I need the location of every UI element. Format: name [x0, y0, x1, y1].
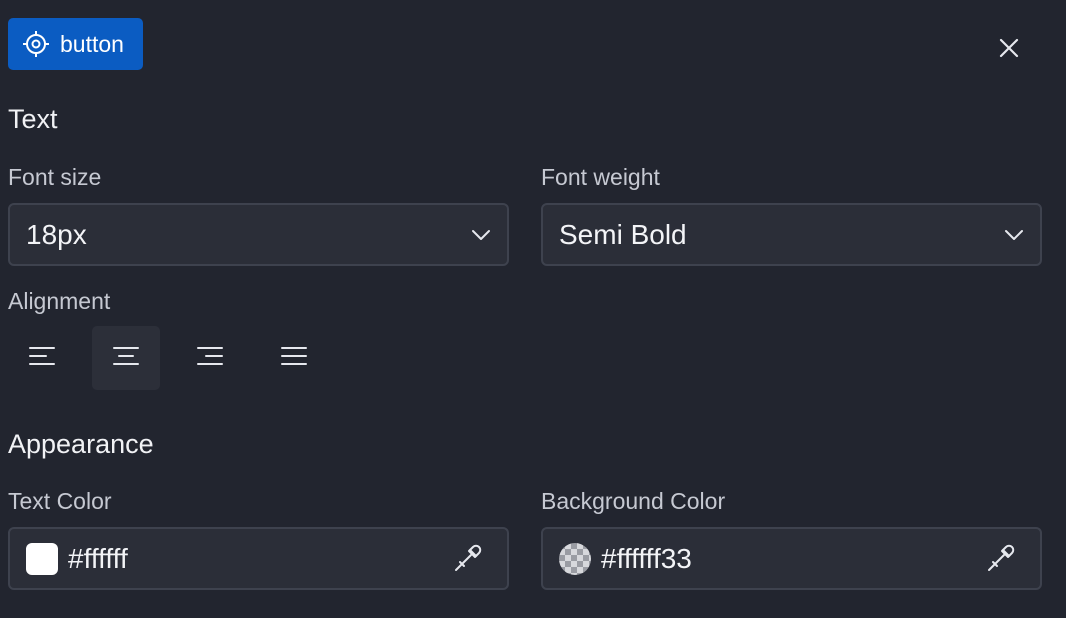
- text-color-field: #ffffff: [8, 527, 509, 590]
- font-weight-label: Font weight: [541, 164, 660, 190]
- text-color-input[interactable]: #ffffff: [68, 543, 451, 575]
- target-icon: [22, 30, 50, 58]
- align-right-button[interactable]: [176, 326, 244, 390]
- align-center-icon: [112, 345, 140, 372]
- align-left-button[interactable]: [8, 326, 76, 390]
- align-center-button[interactable]: [92, 326, 160, 390]
- background-color-label: Background Color: [541, 488, 726, 514]
- font-size-label: Font size: [8, 164, 102, 190]
- alignment-button-group: [8, 326, 344, 390]
- close-icon: [998, 37, 1020, 64]
- align-right-icon: [196, 345, 224, 372]
- eyedropper-icon[interactable]: [451, 543, 483, 575]
- chevron-down-icon: [1002, 223, 1026, 247]
- background-color-field: #ffffff33: [541, 527, 1042, 590]
- text-color-label: Text Color: [8, 488, 112, 514]
- appearance-section-title: Appearance: [8, 429, 154, 459]
- element-tag-chip[interactable]: button: [8, 18, 143, 70]
- background-color-swatch[interactable]: [559, 542, 591, 575]
- font-weight-value: Semi Bold: [559, 218, 687, 250]
- align-left-icon: [28, 345, 56, 372]
- font-weight-select[interactable]: Semi Bold: [541, 203, 1042, 266]
- chevron-down-icon: [469, 223, 493, 247]
- close-button[interactable]: [990, 31, 1028, 69]
- align-justify-button[interactable]: [260, 326, 328, 390]
- text-color-swatch[interactable]: [26, 542, 58, 575]
- background-color-input[interactable]: #ffffff33: [601, 543, 984, 575]
- element-tag-label: button: [60, 30, 124, 57]
- font-size-value: 18px: [26, 218, 87, 250]
- eyedropper-icon[interactable]: [984, 543, 1016, 575]
- font-size-select[interactable]: 18px: [8, 203, 509, 266]
- text-section-title: Text: [8, 104, 58, 134]
- alignment-label: Alignment: [8, 288, 111, 314]
- align-justify-icon: [280, 345, 308, 372]
